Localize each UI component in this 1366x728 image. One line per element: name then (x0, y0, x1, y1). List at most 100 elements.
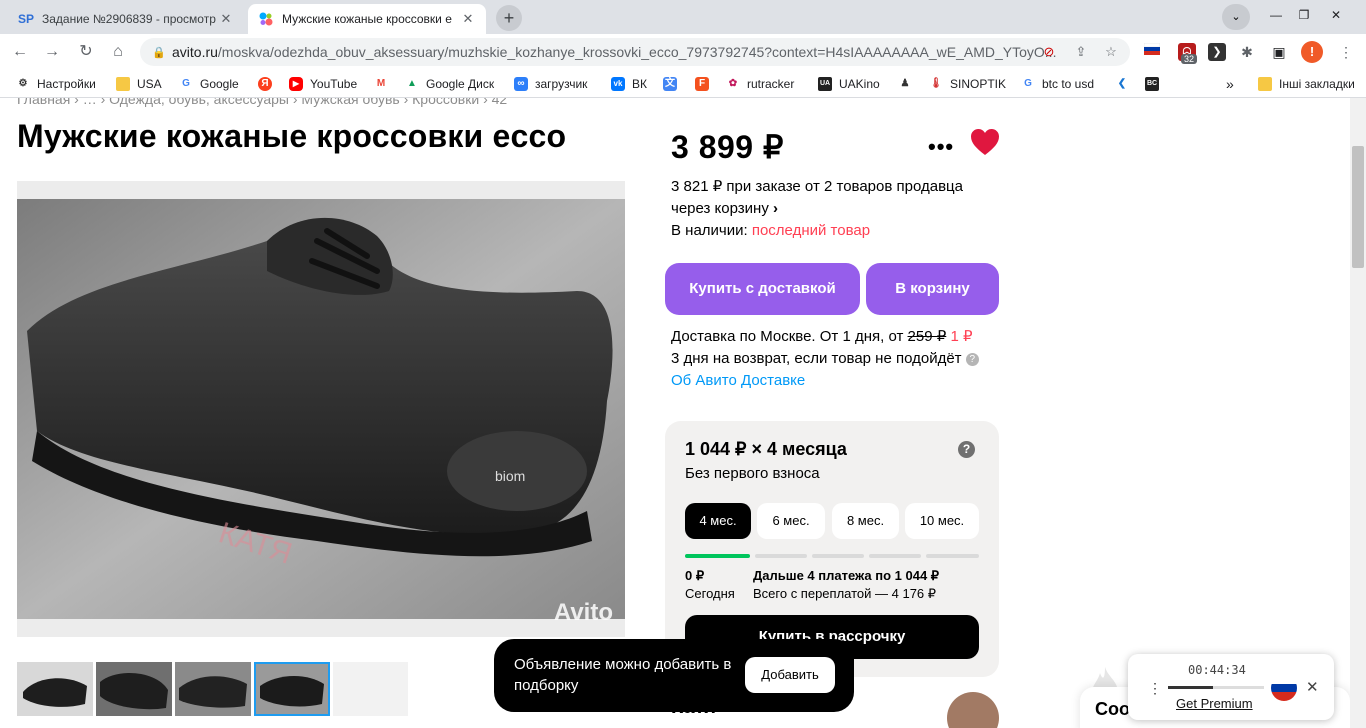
tab-sp-task[interactable]: SP Задание №2906839 - просмотр ✕ (8, 4, 244, 34)
thumbnail-5[interactable] (333, 662, 408, 716)
bc-icon: BC (1145, 77, 1159, 91)
product-photo[interactable]: biom КАТЯ Avito (17, 181, 625, 637)
vpn-progress (1168, 686, 1264, 689)
chevron-down-icon[interactable]: ⌄ (1222, 4, 1250, 30)
close-icon[interactable]: ✕ (218, 11, 234, 27)
payment-segment (812, 554, 864, 558)
lock-icon[interactable]: 🔒 (152, 46, 166, 59)
bookmark-usa[interactable]: USA (116, 75, 162, 93)
bookmark-uakino[interactable]: UA UAKino (818, 75, 880, 93)
gmail-icon: M (376, 78, 386, 89)
term-6-months[interactable]: 6 мес. (757, 503, 825, 539)
back-icon[interactable]: ← (8, 40, 32, 64)
future-payments: Дальше 4 платежа по 1 044 ₽ Всего с переп… (753, 568, 940, 601)
old-delivery-price: 259 ₽ (907, 328, 947, 345)
bookmark-youtube[interactable]: ▶ YouTube (289, 75, 357, 93)
puzzle-icon[interactable]: ✱ (1238, 43, 1256, 61)
settings-icon: ⚙ (18, 78, 28, 89)
bookmark-f[interactable]: F (695, 75, 716, 93)
f-icon: F (695, 77, 709, 91)
bookmark-other[interactable]: Інші закладки (1258, 75, 1355, 93)
avito-page: Главная › … › Одежда, обувь, аксессуары … (0, 98, 1350, 728)
bookmark-settings[interactable]: ⚙ Настройки (16, 75, 96, 93)
bookmark-rutracker[interactable]: ✿ rutracker (726, 75, 795, 93)
bookmark-arrow[interactable]: ❮ (1115, 75, 1136, 93)
bookmarks-overflow[interactable]: » (1226, 75, 1234, 93)
breadcrumb[interactable]: Главная › … › Одежда, обувь, аксессуары … (17, 98, 507, 107)
sp-favicon: SP (18, 12, 35, 26)
sidepanel-icon[interactable]: ▣ (1270, 43, 1288, 61)
add-to-cart-button[interactable]: В корзину (866, 263, 999, 315)
url-host: avito.ru (172, 44, 218, 60)
arrow-icon: ❮ (1117, 78, 1127, 89)
reload-icon[interactable]: ↻ (74, 40, 98, 64)
add-to-collection-toast: Объявление можно добавить в подборку Доб… (494, 639, 854, 712)
person-icon: ♟ (900, 78, 910, 89)
scrollbar[interactable] (1350, 98, 1366, 728)
bookmark-downloader[interactable]: ∞ загрузчик (514, 75, 587, 93)
avatar[interactable] (947, 692, 999, 728)
drive-icon: ▲ (407, 78, 417, 89)
installment-heading: 1 044 ₽ × 4 месяца (685, 439, 847, 459)
term-10-months[interactable]: 10 мес. (905, 503, 979, 539)
russia-flag-icon[interactable] (1143, 42, 1161, 61)
avito-favicon (258, 11, 274, 27)
folder-icon (116, 77, 130, 91)
thermometer-icon: 🌡 (929, 78, 943, 89)
bookmark-translate[interactable]: 文 (663, 75, 684, 93)
minimize-icon[interactable]: — (1266, 8, 1286, 24)
thumbnail-2[interactable] (96, 662, 172, 716)
menu-icon[interactable]: ⋮ (1148, 680, 1162, 697)
thumbnail-1[interactable] (17, 662, 93, 716)
vpn-timer: 00:44:34 (1188, 663, 1246, 677)
extension-badge: 32 (1181, 54, 1198, 64)
avito-watermark: Avito (553, 599, 613, 626)
close-icon[interactable]: ✕ (460, 11, 476, 27)
close-window-icon[interactable]: ✕ (1326, 8, 1346, 24)
restore-icon[interactable]: ❐ (1294, 8, 1314, 24)
term-8-months[interactable]: 8 мес. (832, 503, 899, 539)
thumbnail-3[interactable] (175, 662, 251, 716)
scrollbar-thumb[interactable] (1352, 146, 1364, 268)
heart-icon[interactable] (970, 128, 1000, 156)
star-icon[interactable]: ☆ (1102, 43, 1120, 61)
today-payment: 0 ₽ Сегодня (685, 568, 735, 601)
stock-status: В наличии: последний товар (671, 222, 871, 239)
bookmark-btc[interactable]: Gbtc to usd (1021, 75, 1094, 93)
bookmark-sinoptik[interactable]: 🌡 SINOPTIK (929, 75, 1006, 93)
tab-title: Задание №2906839 - просмотр (42, 12, 216, 26)
profile-alert-icon[interactable]: ! (1301, 41, 1323, 63)
tab-avito[interactable]: Мужские кожаные кроссовки e ✕ (248, 4, 486, 34)
new-tab-button[interactable]: + (496, 5, 522, 31)
buy-with-delivery-button[interactable]: Купить с доставкой (665, 263, 860, 315)
bulk-discount[interactable]: 3 821 ₽ при заказе от 2 товаров продавца… (671, 176, 991, 220)
bookmark-person[interactable]: ♟ (898, 75, 919, 93)
share-icon[interactable]: ⇪ (1072, 43, 1090, 61)
close-icon[interactable]: ✕ (1306, 678, 1319, 696)
forward-icon[interactable]: → (40, 40, 64, 64)
help-icon[interactable]: ? (958, 441, 975, 458)
avito-delivery-link[interactable]: Об Авито Доставке (671, 370, 979, 392)
thumbnail-4-selected[interactable] (254, 662, 330, 716)
blocked-icon[interactable]: ⊘ (1040, 43, 1058, 61)
get-premium-link[interactable]: Get Premium (1176, 696, 1253, 711)
address-bar[interactable]: avito.ru/moskva/odezhda_obuv_aksessuary/… (140, 38, 1130, 66)
bookmark-yandex[interactable]: Я (258, 75, 279, 93)
russia-flag-icon[interactable] (1271, 675, 1297, 701)
rutracker-icon: ✿ (728, 78, 738, 89)
toolbar: ← → ↻ ⌂ avito.ru/moskva/odezhda_obuv_aks… (0, 34, 1366, 70)
help-icon[interactable]: ? (965, 352, 979, 366)
folder-icon (1258, 77, 1272, 91)
term-4-months[interactable]: 4 мес. (685, 503, 751, 539)
more-icon[interactable]: ••• (928, 134, 954, 160)
home-icon[interactable]: ⌂ (106, 40, 130, 64)
bookmark-vk[interactable]: vk ВК (611, 75, 647, 93)
bookmark-gmail[interactable]: M (374, 75, 395, 93)
forward-ext-icon[interactable]: ❯ (1208, 43, 1226, 61)
bookmark-drive[interactable]: ▲ Google Диск (405, 75, 494, 93)
add-button[interactable]: Добавить (745, 657, 835, 693)
new-delivery-price: 1 ₽ (950, 328, 973, 345)
bookmark-google[interactable]: G Google (179, 75, 239, 93)
bookmark-bc[interactable]: BC (1145, 75, 1166, 93)
menu-icon[interactable]: ⋮ (1337, 43, 1355, 61)
